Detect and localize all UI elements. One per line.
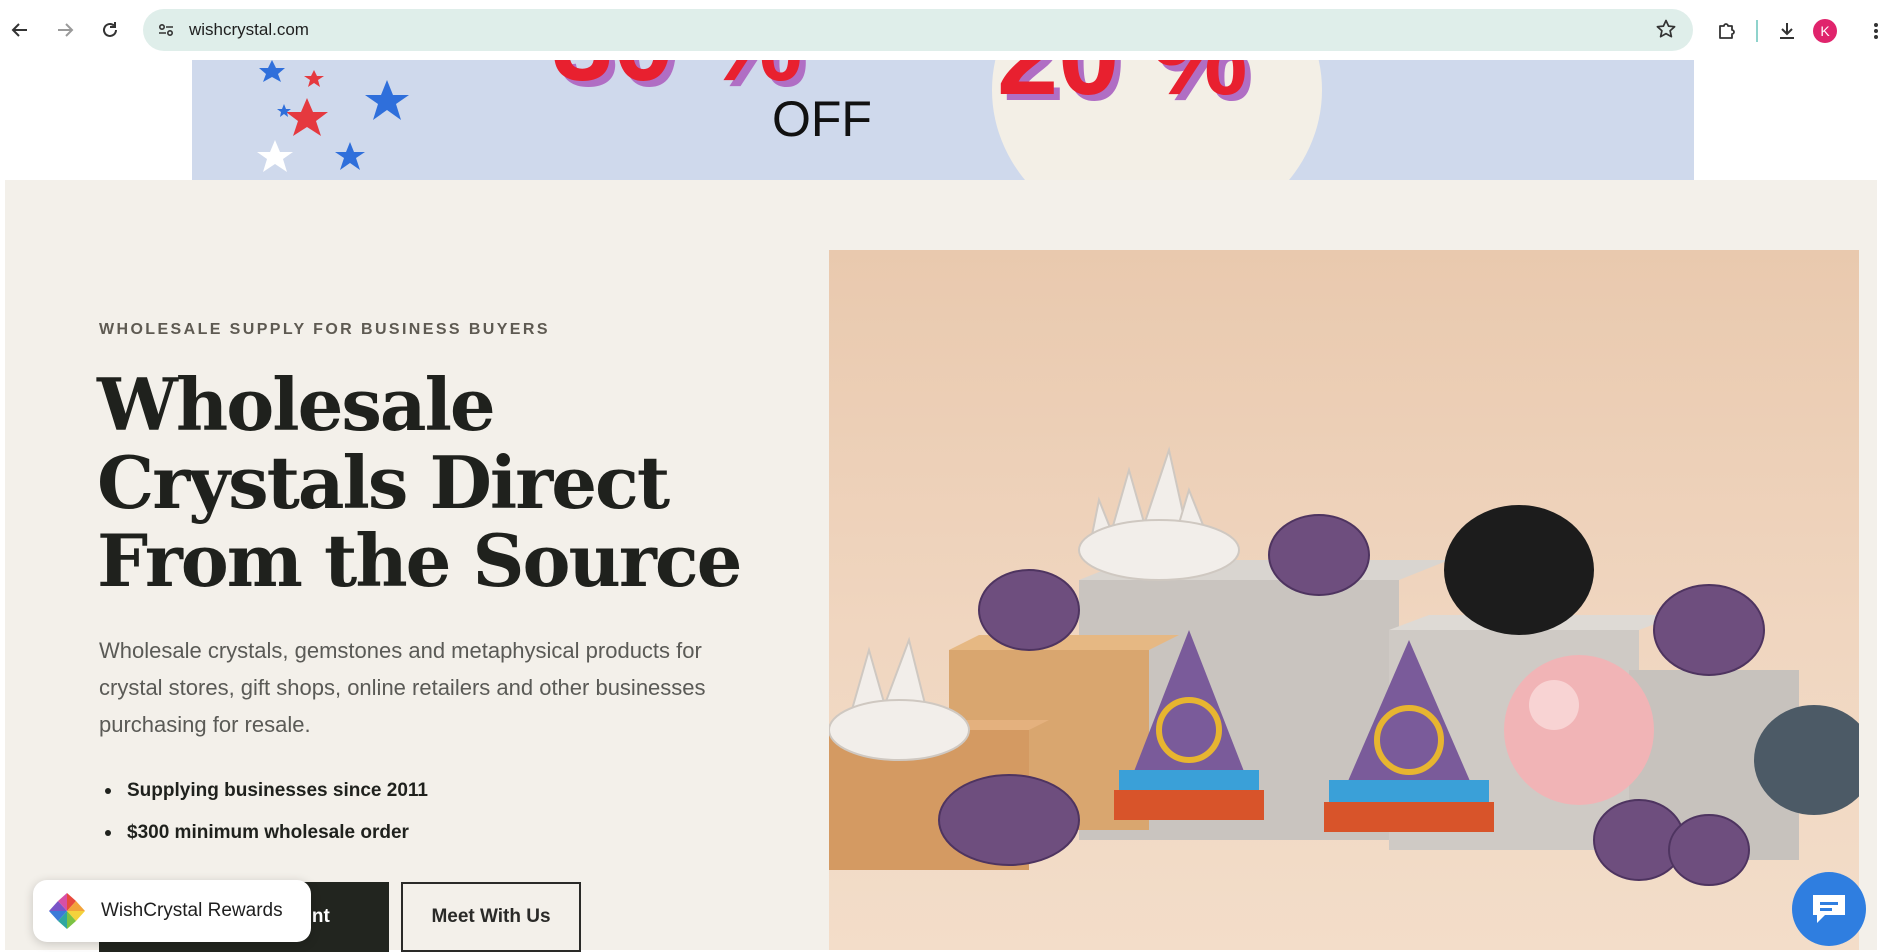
list-item: Supplying businesses since 2011	[99, 770, 428, 812]
headline-line-2: Crystals Direct	[97, 440, 670, 525]
meet-with-us-button[interactable]: Meet With Us	[401, 882, 581, 952]
browser-toolbar: wishcrystal.com K	[0, 0, 1882, 60]
bookmark-star-icon[interactable]	[1655, 18, 1677, 45]
hero-product-image	[829, 250, 1859, 950]
extensions-button[interactable]	[1708, 12, 1746, 50]
hero-bullet-list: Supplying businesses since 2011 $300 min…	[99, 770, 428, 854]
page-title: Wholesale Crystals Direct From the Sourc…	[97, 366, 777, 600]
toolbar-divider	[1756, 20, 1758, 42]
arrow-right-icon	[58, 23, 74, 37]
hero-section: WHOLESALE SUPPLY FOR BUSINESS BUYERS Who…	[5, 180, 1877, 952]
site-info-icon[interactable]	[151, 15, 181, 45]
promo-banner[interactable]: 30 % OFF 20 %	[192, 60, 1694, 180]
back-button[interactable]	[2, 12, 38, 48]
banner-right-percent: 20 %	[997, 60, 1248, 112]
chat-button[interactable]	[1792, 872, 1866, 946]
list-item: $300 minimum wholesale order	[99, 812, 428, 854]
rewards-logo-icon	[49, 893, 85, 929]
hero-eyebrow: WHOLESALE SUPPLY FOR BUSINESS BUYERS	[99, 321, 550, 338]
menu-dots-icon[interactable]	[1873, 22, 1879, 45]
toolbar-actions: K	[1708, 12, 1844, 50]
address-bar[interactable]: wishcrystal.com	[143, 9, 1693, 51]
headline-line-3: From the Source	[97, 518, 742, 603]
headline-line-1: Wholesale	[97, 362, 496, 447]
rewards-widget[interactable]: WishCrystal Rewards	[33, 880, 311, 942]
reload-icon	[103, 22, 117, 37]
star-decorations	[257, 60, 409, 172]
avatar: K	[1813, 19, 1837, 43]
banner-off-label: OFF	[772, 91, 872, 147]
rewards-label: WishCrystal Rewards	[101, 900, 283, 921]
profile-button[interactable]: K	[1806, 12, 1844, 50]
banner-left-percent: 30 %	[552, 60, 803, 98]
downloads-button[interactable]	[1768, 12, 1806, 50]
download-icon	[1780, 23, 1794, 39]
forward-button[interactable]	[47, 12, 83, 48]
reload-button[interactable]	[92, 12, 128, 48]
puzzle-icon	[1719, 23, 1735, 39]
chat-bubble-icon	[1813, 895, 1845, 923]
url-text[interactable]: wishcrystal.com	[189, 20, 309, 40]
arrow-left-icon	[11, 23, 27, 37]
crystals-illustration	[829, 446, 1859, 886]
hero-description: Wholesale crystals, gemstones and metaph…	[99, 638, 706, 737]
